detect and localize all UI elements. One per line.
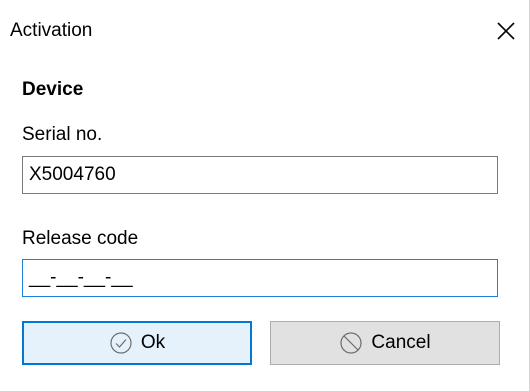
serial-input[interactable]: X5004760 — [22, 156, 498, 194]
ok-button[interactable]: Ok — [22, 321, 252, 365]
serial-label: Serial no. — [22, 124, 103, 145]
check-circle-icon — [109, 331, 133, 355]
release-code-label: Release code — [22, 228, 139, 249]
cancel-button-label: Cancel — [371, 332, 431, 353]
title-bar: Activation — [0, 0, 529, 62]
release-code-input[interactable]: __-__-__-__ — [22, 259, 498, 297]
dialog-content: Device Serial no. X5004760 Release code … — [0, 62, 529, 391]
section-title-device: Device — [22, 79, 84, 100]
close-button[interactable] — [483, 8, 529, 54]
prohibited-icon — [339, 331, 363, 355]
cancel-button[interactable]: Cancel — [270, 321, 500, 365]
window-title: Activation — [10, 20, 93, 41]
close-icon — [497, 22, 515, 40]
activation-dialog: Activation Device Serial no. X5004760 Re… — [0, 0, 530, 392]
ok-button-label: Ok — [140, 332, 166, 353]
